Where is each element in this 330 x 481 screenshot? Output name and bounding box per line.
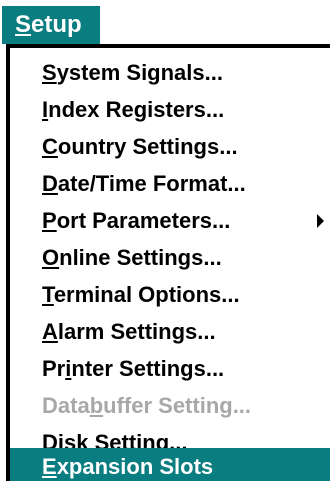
item-label-prefix: Data	[42, 393, 90, 418]
menu-item-system-signals[interactable]: System Signals...	[10, 54, 330, 91]
menu-item-alarm-settings[interactable]: Alarm Settings...	[10, 313, 330, 350]
menu-item-date-time-format[interactable]: Date/Time Format...	[10, 165, 330, 202]
item-label: ystem Signals...	[56, 60, 223, 85]
item-label: larm Settings...	[57, 319, 216, 344]
setup-menu-screen: Setup System Signals... Index Registers.…	[0, 0, 330, 481]
hotkey: T	[42, 282, 54, 307]
item-label: ndex Registers...	[48, 97, 225, 122]
menu-item-port-parameters[interactable]: Port Parameters...	[10, 202, 330, 239]
hotkey: A	[42, 319, 58, 344]
hotkey: O	[42, 245, 60, 270]
menu-item-databuffer-setting: Databuffer Setting...	[10, 387, 330, 424]
setup-menu-title[interactable]: Setup	[2, 6, 100, 44]
submenu-arrow-icon	[317, 214, 324, 228]
setup-hotkey: S	[15, 11, 32, 38]
setup-dropdown: System Signals... Index Registers... Cou…	[6, 44, 330, 481]
menu-item-index-registers[interactable]: Index Registers...	[10, 91, 330, 128]
menu-item-country-settings[interactable]: Country Settings...	[10, 128, 330, 165]
item-label: ort Parameters...	[56, 208, 231, 233]
setup-title-rest: etup	[31, 11, 82, 38]
item-label: nter Settings...	[71, 356, 225, 381]
item-label: ountry Settings...	[57, 134, 238, 159]
item-label-prefix: Pr	[42, 356, 66, 381]
item-label: xpansion Slots	[56, 454, 214, 479]
item-label: ate/Time Format...	[57, 171, 246, 196]
menu-item-online-settings[interactable]: Online Settings...	[10, 239, 330, 276]
hotkey: P	[42, 208, 57, 233]
menu-item-expansion-slots[interactable]: Expansion Slots	[10, 448, 330, 481]
menu-item-printer-settings[interactable]: Printer Settings...	[10, 350, 330, 387]
hotkey: C	[42, 134, 58, 159]
item-label: erminal Options...	[53, 282, 240, 307]
hotkey: b	[89, 393, 104, 418]
menu-bar: Setup	[0, 0, 330, 44]
hotkey: S	[42, 60, 57, 85]
hotkey: E	[42, 454, 57, 479]
hotkey: D	[42, 171, 58, 196]
menu-item-terminal-options[interactable]: Terminal Options...	[10, 276, 330, 313]
item-label: uffer Setting...	[103, 393, 252, 418]
item-label: nline Settings...	[59, 245, 222, 270]
